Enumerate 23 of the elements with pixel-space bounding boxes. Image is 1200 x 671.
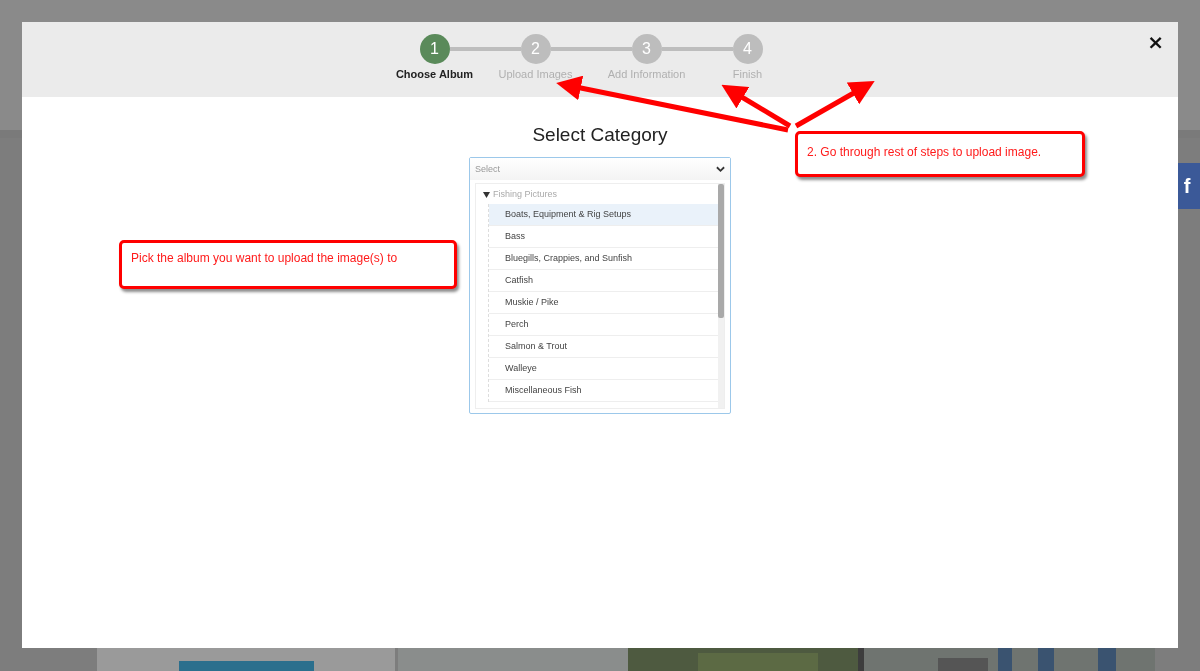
scrollbar-thumb[interactable] bbox=[718, 184, 724, 318]
step-label: Add Information bbox=[607, 68, 686, 80]
category-item[interactable]: Bass bbox=[489, 226, 718, 248]
chevron-icon bbox=[716, 165, 725, 173]
category-item[interactable]: Muskie / Pike bbox=[489, 292, 718, 314]
step-label: Choose Album bbox=[395, 68, 474, 80]
step-number[interactable]: 1 bbox=[419, 34, 450, 64]
section-title: Select Category bbox=[532, 124, 668, 146]
category-item[interactable]: Boats, Equipment & Rig Setups bbox=[489, 204, 718, 226]
step-connector bbox=[661, 47, 733, 51]
callout-box: Pick the album you want to upload the image(s) to bbox=[119, 240, 457, 289]
expand-triangle-icon bbox=[483, 190, 490, 198]
step-label: Finish bbox=[732, 68, 763, 80]
category-item[interactable]: Bluegills, Crappies, and Sunfish bbox=[489, 248, 718, 270]
callout-box: 2. Go through rest of steps to upload image. bbox=[795, 131, 1085, 177]
category-item[interactable]: Perch bbox=[489, 314, 718, 336]
step-label: Upload Images bbox=[498, 68, 573, 80]
category-item[interactable]: Miscellaneous Fish bbox=[489, 380, 718, 402]
step-connector bbox=[449, 47, 521, 51]
category-item[interactable]: Walleye bbox=[489, 358, 718, 380]
category-item[interactable]: Catfish bbox=[489, 270, 718, 292]
close-button[interactable]: × bbox=[1143, 30, 1168, 54]
category-item[interactable]: Salmon & Trout bbox=[489, 336, 718, 358]
